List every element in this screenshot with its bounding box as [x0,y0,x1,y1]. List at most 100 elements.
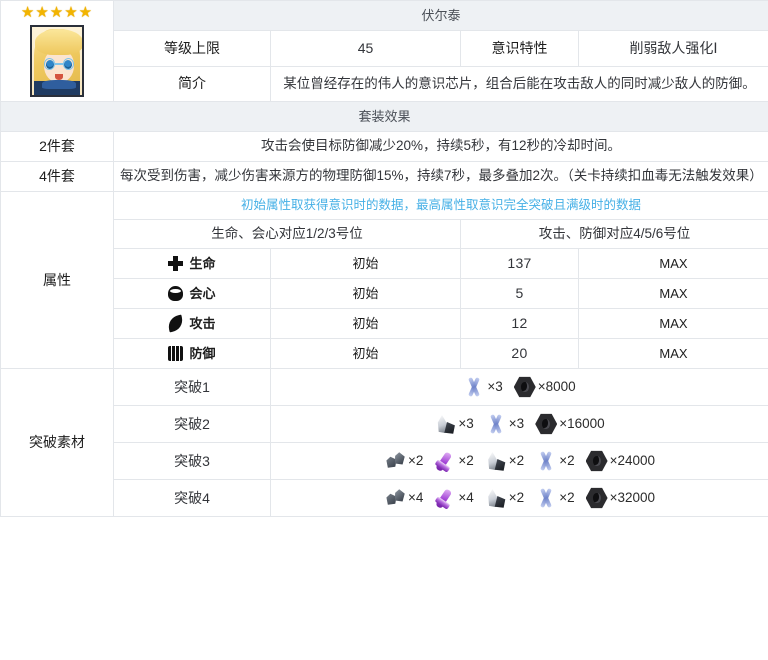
hex-nut-icon [535,413,558,435]
material-count: ×2 [458,452,474,468]
set-2pc-text: 攻击会使目标防御减少20%，持续5秒，有12秒的冷却时间。 [112,131,768,162]
material-count: ×4 [407,489,424,505]
material-count: ×2 [407,452,424,468]
attributes-right-col-header: 攻击、防御对应4/5/6号位 [459,218,768,250]
set-4pc-label: 4件套 [0,161,114,192]
stat-label: 会心 [189,285,216,301]
purple-vial-icon [434,487,456,509]
material-item: ×8000 [513,376,576,398]
material-count: ×8000 [537,378,576,394]
set-4pc-text: 每次受到伤害，减少伤害来源方的物理防御15%，持续7秒，最多叠加2次。（关卡持续… [112,161,768,192]
glasses-lens-right-icon [63,58,74,70]
material-item: ×4 [434,487,473,509]
breakthrough-label: 突破素材 [0,368,114,517]
material-count: ×4 [458,489,474,505]
stat-hp-initial-label: 初始 [270,248,461,279]
material-item: ×3 [434,413,473,435]
level-cap-label: 等级上限 [113,30,271,67]
stat-name-def: 防御 [113,338,271,369]
material-item: ×2 [434,450,473,472]
chromosome-icon [535,450,557,472]
breakthrough-2-label: 突破2 [113,405,271,443]
material-item: ×32000 [585,487,656,509]
material-count: ×24000 [609,452,656,468]
material-item: ×2 [485,450,524,472]
hex-nut-icon [585,450,608,472]
avatar-fringe [35,29,82,55]
character-name-header: 伏尔泰 [112,0,768,31]
def-icon [168,346,184,361]
breakthrough-3-label: 突破3 [113,442,271,480]
dark-rock-icon [384,487,406,509]
stat-hp-initial-value: 137 [460,248,579,279]
light-rock-icon [485,487,507,509]
material-count: ×2 [508,489,525,505]
stat-crit-initial-label: 初始 [270,278,461,309]
material-item: ×2 [485,487,524,509]
stat-name-atk: 攻击 [113,308,271,339]
stat-def-max-label: MAX [577,338,768,369]
material-list: ×3 ×3 ×16000 [277,410,762,438]
character-portrait-cell: ★★★★★ [0,0,114,102]
character-detail-table: ★★★★★ 伏尔泰 等级上限 45 意识特性 削弱敌人强化Ⅰ 简介 某位曾经存在… [0,0,768,517]
atk-icon [167,314,185,333]
table-row: 生命 初始 137 MAX 1232 [1,248,768,279]
material-count: ×3 [458,415,474,431]
table-row: 突破2 ×3 ×3 ×16000 [1,405,768,443]
avatar[interactable] [30,25,84,97]
set-effect-header: 套装效果 [0,101,768,132]
material-list: ×2 ×2 ×2 ×2 ×24000 [277,447,762,475]
avatar-scarf [42,80,76,89]
material-count: ×32000 [609,489,656,505]
breakthrough-1-label: 突破1 [113,368,271,406]
trait-label: 意识特性 [460,30,579,67]
table-row: 攻击 初始 12 MAX 107 [1,308,768,339]
material-count: ×3 [508,415,525,431]
glasses-bridge-icon [55,63,63,65]
stat-atk-initial-value: 12 [460,308,579,339]
hex-nut-icon [513,376,536,398]
stat-crit-initial-value: 5 [460,278,579,309]
chromosome-icon [485,413,507,435]
material-count: ×3 [487,378,503,394]
intro-label: 简介 [113,65,271,102]
breakthrough-4-materials: ×4 ×4 ×2 ×2 ×32000 [269,479,768,517]
material-item: ×24000 [585,450,656,472]
material-count: ×2 [559,489,575,505]
glasses-lens-left-icon [44,58,55,70]
stat-def-initial-value: 20 [460,338,579,369]
table-row: 突破3 ×2 ×2 ×2 ×2 ×24000 [1,442,768,480]
material-item: ×3 [463,376,502,398]
stat-atk-max-label: MAX [577,308,768,339]
material-item: ×4 [384,487,423,509]
material-count: ×16000 [559,415,605,431]
intro-text: 某位曾经存在的伟人的意识芯片，组合后能在攻击敌人的同时减少敌人的防御。 [269,65,768,102]
chromosome-icon [463,376,485,398]
table-row: 防御 初始 20 MAX 181 [1,338,768,369]
attributes-left-col-header: 生命、会心对应1/2/3号位 [113,218,461,250]
breakthrough-2-materials: ×3 ×3 ×16000 [269,405,768,443]
material-count: ×2 [508,452,525,468]
stat-atk-initial-label: 初始 [270,308,461,339]
stat-def-initial-label: 初始 [270,338,461,369]
table-row: 突破素材 突破1 ×3 ×8000 [0,368,768,517]
level-cap-value: 45 [270,30,461,67]
material-count: ×2 [559,452,575,468]
hp-icon [168,256,184,271]
breakthrough-3-materials: ×2 ×2 ×2 ×2 ×24000 [269,442,768,480]
stat-label: 防御 [189,345,216,361]
material-list: ×3 ×8000 [277,373,762,401]
stat-name-hp: 生命 [113,248,271,279]
attributes-label: 属性 [0,191,114,369]
dark-rock-icon [384,450,406,472]
purple-vial-icon [434,450,456,472]
breakthrough-4-label: 突破4 [113,479,271,517]
crit-icon [168,286,184,301]
stat-crit-max-label: MAX [577,278,768,309]
material-item: ×3 [485,413,524,435]
table-row: 突破4 ×4 ×4 ×2 ×2 ×32000 [1,479,768,517]
rarity-stars: ★★★★★ [20,4,94,21]
material-item: ×2 [535,487,574,509]
hex-nut-icon [585,487,608,509]
trait-value: 削弱敌人强化Ⅰ [577,30,768,67]
